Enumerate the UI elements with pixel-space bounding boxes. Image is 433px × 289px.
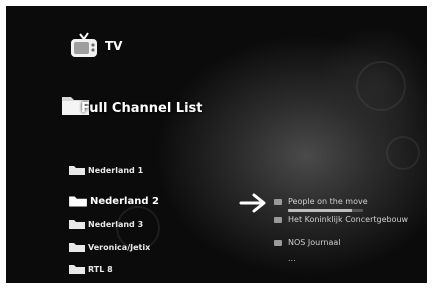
- program-item[interactable]: Het Koninklijk Concertgebouw: [274, 215, 408, 224]
- channel-item[interactable]: Nederland 3: [68, 218, 143, 230]
- channel-label: RTL 8: [88, 264, 113, 274]
- program-item[interactable]: NOS Journaal: [274, 238, 340, 247]
- program-label: NOS Journaal: [288, 238, 341, 247]
- channel-label: Nederland 2: [90, 195, 159, 207]
- channel-label: Nederland 1: [88, 165, 144, 175]
- channel-label: Nederland 3: [88, 219, 144, 229]
- program-icon: [274, 239, 282, 246]
- program-icon: [274, 198, 282, 205]
- program-progress-bar: [288, 209, 363, 212]
- folder-icon: [69, 166, 85, 175]
- page-title: TV: [105, 39, 123, 53]
- more-indicator[interactable]: ...: [288, 254, 296, 263]
- program-icon: [274, 216, 282, 223]
- folder-icon: [69, 243, 85, 252]
- channel-item-selected[interactable]: Nederland 2: [68, 194, 159, 208]
- folder-icon: [69, 220, 85, 229]
- channel-label: Veronica/Jetix: [88, 242, 151, 252]
- tv-icon: [71, 32, 97, 57]
- progress-fill: [288, 209, 352, 212]
- decorative-ring: [356, 61, 406, 111]
- channel-item[interactable]: Nederland 1: [68, 164, 143, 176]
- decorative-ring: [386, 136, 420, 170]
- channel-item[interactable]: Veronica/Jetix: [68, 241, 150, 253]
- program-item[interactable]: People on the move: [274, 197, 368, 206]
- section-title: Full Channel List: [81, 101, 203, 116]
- program-label: People on the move: [288, 197, 368, 206]
- folder-icon: [69, 265, 85, 274]
- arrow-right-icon: [239, 193, 266, 213]
- folder-icon: [69, 196, 87, 207]
- channel-item[interactable]: RTL 8: [68, 263, 113, 275]
- media-center-screen: TV Full Channel List Nederland 1 Nederla…: [6, 6, 427, 283]
- program-label: Het Koninklijk Concertgebouw: [288, 215, 409, 224]
